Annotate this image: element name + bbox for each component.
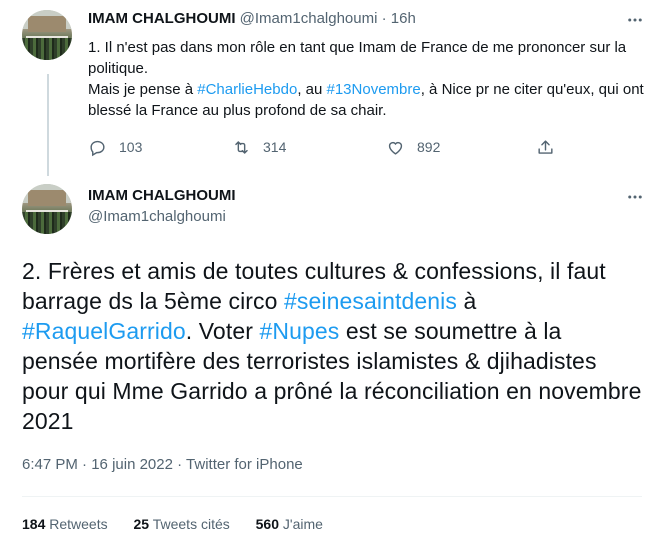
tweet-time[interactable]: 6:47 PM <box>22 456 78 473</box>
more-dots-icon <box>628 195 642 199</box>
tweet-metadata: 6:47 PM · 16 juin 2022 · Twitter for iPh… <box>22 456 303 473</box>
reply-count: 103 <box>119 139 143 155</box>
share-button[interactable] <box>536 136 555 158</box>
tweet-paragraph-2: Mais je pense à #CharlieHebdo, au #13Nov… <box>88 81 644 119</box>
hashtag-link[interactable]: #RaquelGarrido <box>22 318 186 344</box>
share-upload-icon <box>538 139 553 154</box>
thread-connector-line <box>47 74 49 176</box>
timestamp[interactable]: 16h <box>391 10 416 27</box>
avatar[interactable] <box>22 10 72 60</box>
tweet-date[interactable]: 16 juin 2022 <box>91 456 173 473</box>
tweet-actions: 103 314 892 <box>88 136 568 158</box>
tweet-header: IMAM CHALGHOUMI @Imam1chalghoumi · 16h <box>88 10 416 27</box>
retweets-count[interactable]: 184 <box>22 516 45 532</box>
hashtag-link[interactable]: #CharlieHebdo <box>197 81 297 98</box>
tweet-source[interactable]: Twitter for iPhone <box>186 456 303 473</box>
like-button[interactable]: 892 <box>386 136 440 158</box>
avatar[interactable] <box>22 184 72 234</box>
heart-icon <box>388 141 403 155</box>
quotes-count[interactable]: 25 <box>134 516 150 532</box>
author-handle[interactable]: @Imam1chalghoumi <box>88 206 235 228</box>
like-count: 892 <box>417 139 441 155</box>
separator: · <box>381 10 387 27</box>
hashtag-link[interactable]: #13Novembre <box>327 81 421 98</box>
divider <box>22 496 642 497</box>
hashtag-link[interactable]: #seinesaintdenis <box>284 288 457 314</box>
more-options-button[interactable] <box>624 9 646 31</box>
author-handle[interactable]: @Imam1chalghoumi <box>240 10 378 27</box>
engagement-stats: 184 Retweets 25 Tweets cités 560 J'aime <box>22 516 345 532</box>
tweet-text: 1. Il n'est pas dans mon rôle en tant qu… <box>88 37 648 121</box>
tweet-text: 2. Frères et amis de toutes cultures & c… <box>22 258 642 434</box>
retweet-count: 314 <box>263 139 287 155</box>
likes-label[interactable]: J'aime <box>283 516 323 532</box>
retweet-arrows-icon <box>235 140 248 154</box>
quotes-label[interactable]: Tweets cités <box>153 516 230 532</box>
tweet-paragraph-1: 1. Il n'est pas dans mon rôle en tant qu… <box>88 39 627 77</box>
reply-bubble-icon <box>90 140 105 156</box>
tweet-author: IMAM CHALGHOUMI @Imam1chalghoumi <box>88 186 235 228</box>
author-name[interactable]: IMAM CHALGHOUMI <box>88 10 235 27</box>
retweets-label[interactable]: Retweets <box>49 516 107 532</box>
more-options-button[interactable] <box>624 186 646 208</box>
more-dots-icon <box>628 18 642 22</box>
likes-count[interactable]: 560 <box>256 516 279 532</box>
reply-button[interactable]: 103 <box>88 136 142 158</box>
hashtag-link[interactable]: #Nupes <box>259 318 339 344</box>
retweet-button[interactable]: 314 <box>232 136 286 158</box>
author-name[interactable]: IMAM CHALGHOUMI <box>88 186 235 206</box>
